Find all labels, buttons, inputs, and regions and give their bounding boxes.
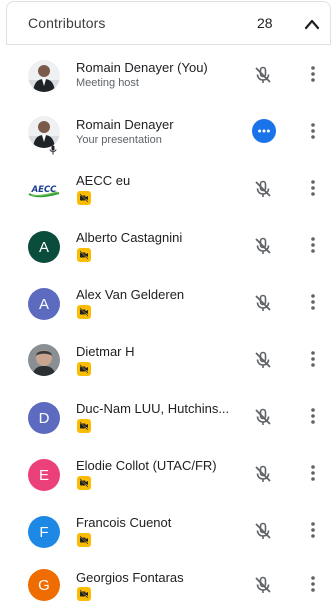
contributors-header[interactable]: Contributors 28 <box>6 1 331 45</box>
video-off-badge-icon <box>77 476 91 490</box>
mic-off-icon[interactable] <box>253 575 273 595</box>
participant-name: Dietmar H <box>76 344 135 359</box>
more-options-icon[interactable] <box>305 463 321 483</box>
participant-name: Georgios Fontaras <box>76 570 184 585</box>
mic-off-icon[interactable] <box>253 464 273 484</box>
participant-row: G Georgios Fontaras <box>0 545 331 602</box>
video-off-badge-icon <box>77 419 91 433</box>
contributors-title: Contributors <box>28 15 106 31</box>
participant-name: Alex Van Gelderen <box>76 287 185 302</box>
participant-row: A Alberto Castagnini <box>0 218 331 275</box>
mic-off-icon[interactable] <box>253 65 273 85</box>
mic-off-icon[interactable] <box>253 407 273 427</box>
video-off-badge-icon <box>77 305 91 319</box>
participant-row: Romain Denayer Your presentation <box>0 104 331 161</box>
more-options-icon[interactable] <box>305 406 321 426</box>
aecc-logo: AECC <box>28 173 60 205</box>
mic-off-icon[interactable] <box>253 293 273 313</box>
avatar: G <box>28 569 60 601</box>
chevron-up-icon[interactable] <box>304 17 320 30</box>
video-off-badge-icon <box>77 362 91 376</box>
participant-name: Duc-Nam LUU, Hutchins... <box>76 401 230 416</box>
avatar: E <box>28 459 60 491</box>
participant-name: Francois Cuenot <box>76 515 172 530</box>
participant-name: Romain Denayer (You) <box>76 60 208 75</box>
participant-name: AECC eu <box>76 173 131 188</box>
more-options-icon[interactable] <box>305 235 321 255</box>
participant-row: Dietmar H <box>0 332 331 389</box>
contributors-panel: Contributors 28 Romain Denayer (You) Mee… <box>0 0 331 602</box>
participant-row: E Elodie Collot (UTAC/FR) <box>0 446 331 503</box>
avatar: D <box>28 402 60 434</box>
participant-row: AECC AECC eu <box>0 161 331 218</box>
video-off-badge-icon <box>77 191 91 205</box>
more-options-icon[interactable] <box>305 574 321 594</box>
participant-name: Alberto Castagnini <box>76 230 183 245</box>
more-options-icon[interactable] <box>305 64 321 84</box>
participant-row: Romain Denayer (You) Meeting host <box>0 47 331 104</box>
more-options-icon[interactable] <box>305 349 321 369</box>
mic-off-icon[interactable] <box>253 350 273 370</box>
participant-role: Meeting host <box>76 77 139 89</box>
svg-text:AECC: AECC <box>31 185 58 195</box>
more-options-icon[interactable] <box>305 520 321 540</box>
avatar: A <box>28 231 60 263</box>
presenting-icon <box>48 142 58 155</box>
avatar: A <box>28 288 60 320</box>
participant-row: D Duc-Nam LUU, Hutchins... <box>0 389 331 446</box>
mic-off-icon[interactable] <box>253 236 273 256</box>
video-off-badge-icon <box>77 587 91 601</box>
mic-off-icon[interactable] <box>253 179 273 199</box>
participant-name: Elodie Collot (UTAC/FR) <box>76 458 217 473</box>
video-off-badge-icon <box>77 248 91 262</box>
avatar <box>28 344 60 376</box>
presentation-options-button[interactable] <box>252 119 276 143</box>
more-options-icon[interactable] <box>305 178 321 198</box>
participant-row: A Alex Van Gelderen <box>0 275 331 332</box>
participant-name: Romain Denayer <box>76 117 174 132</box>
participant-role: Your presentation <box>76 134 162 146</box>
more-options-icon[interactable] <box>305 121 321 141</box>
more-options-icon[interactable] <box>305 292 321 312</box>
avatar: F <box>28 516 60 548</box>
avatar <box>28 60 60 92</box>
contributors-count: 28 <box>257 15 273 31</box>
mic-off-icon[interactable] <box>253 521 273 541</box>
